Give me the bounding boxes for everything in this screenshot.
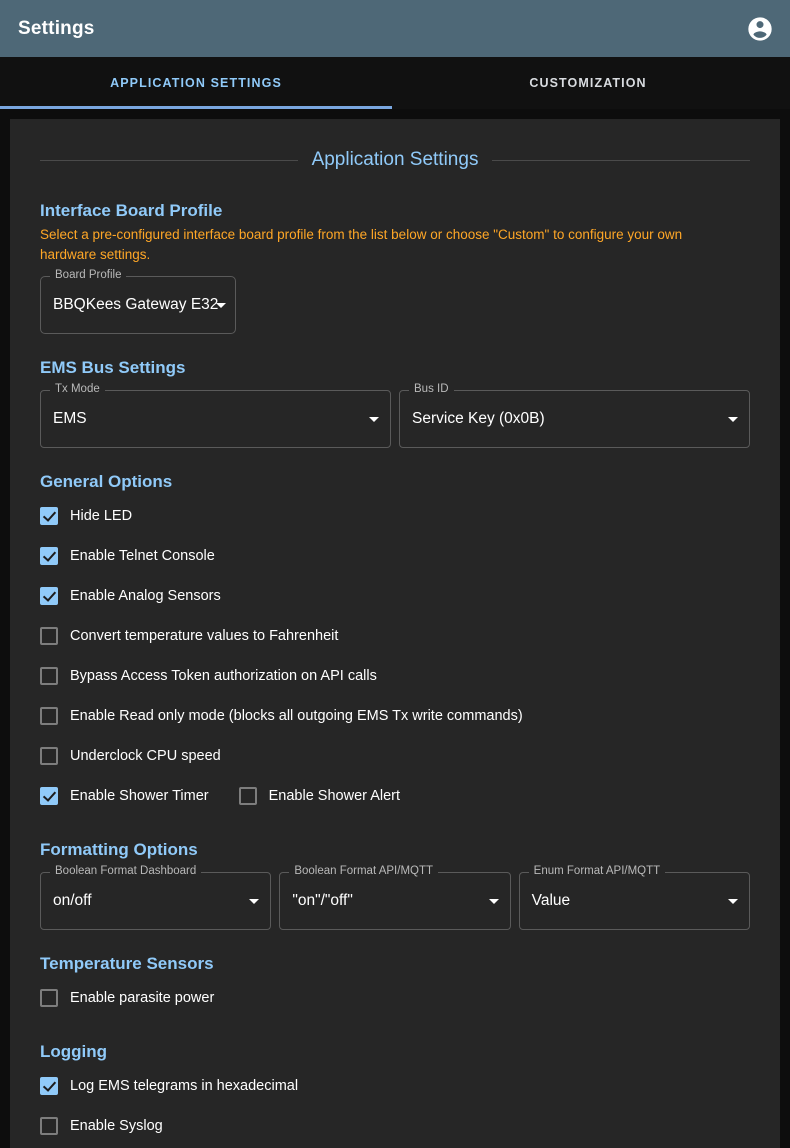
checkbox-label-enable-parasite-power: Enable parasite power bbox=[70, 990, 214, 1006]
checkbox-enable-shower-alert[interactable] bbox=[239, 787, 257, 805]
checkbox-row-underclock-cpu-speed: Underclock CPU speed bbox=[40, 736, 750, 776]
tab-application-settings-label: APPLICATION SETTINGS bbox=[110, 76, 282, 90]
checkbox-row-shower: Enable Shower Timer Enable Shower Alert bbox=[40, 776, 750, 816]
checkbox-bypass-access-token[interactable] bbox=[40, 667, 58, 685]
page-body: Application Settings Interface Board Pro… bbox=[0, 109, 790, 1148]
checkbox-enable-parasite-power[interactable] bbox=[40, 989, 58, 1007]
checkbox-label-enable-shower-timer: Enable Shower Timer bbox=[70, 788, 209, 804]
checkbox-row-enable-syslog: Enable Syslog bbox=[40, 1106, 750, 1146]
checkbox-label-log-ems-telegrams-hex: Log EMS telegrams in hexadecimal bbox=[70, 1078, 298, 1094]
card-title: Application Settings bbox=[312, 149, 479, 171]
checkbox-label-enable-read-only-mode: Enable Read only mode (blocks all outgoi… bbox=[70, 708, 523, 724]
section-heading-logging: Logging bbox=[40, 1042, 750, 1062]
boolean-format-dashboard-value: on/off bbox=[53, 872, 92, 930]
checkbox-enable-syslog[interactable] bbox=[40, 1117, 58, 1135]
tx-mode-value: EMS bbox=[53, 390, 87, 448]
checkbox-group-enable-shower-alert[interactable]: Enable Shower Alert bbox=[239, 787, 400, 805]
checkbox-label-underclock-cpu-speed: Underclock CPU speed bbox=[70, 748, 221, 764]
bus-id-select[interactable]: Bus ID Service Key (0x0B) bbox=[399, 390, 750, 448]
enum-format-api-mqtt-value: Value bbox=[532, 872, 571, 930]
checkbox-row-log-ems-telegrams-hex: Log EMS telegrams in hexadecimal bbox=[40, 1066, 750, 1106]
checkbox-enable-telnet-console[interactable] bbox=[40, 547, 58, 565]
checkbox-label-bypass-access-token: Bypass Access Token authorization on API… bbox=[70, 668, 377, 684]
checkbox-label-enable-analog-sensors: Enable Analog Sensors bbox=[70, 588, 221, 604]
tab-customization[interactable]: CUSTOMIZATION bbox=[392, 57, 784, 109]
section-heading-interface-board-profile: Interface Board Profile bbox=[40, 201, 750, 221]
tab-customization-label: CUSTOMIZATION bbox=[529, 76, 646, 90]
checkbox-row-hide-led: Hide LED bbox=[40, 496, 750, 536]
checkbox-row-enable-parasite-power: Enable parasite power bbox=[40, 978, 750, 1018]
boolean-format-dashboard-select[interactable]: Boolean Format Dashboard on/off bbox=[40, 872, 271, 930]
checkbox-row-enable-read-only-mode: Enable Read only mode (blocks all outgoi… bbox=[40, 696, 750, 736]
checkbox-group-enable-telnet-console[interactable]: Enable Telnet Console bbox=[40, 547, 215, 565]
chevron-down-icon bbox=[369, 417, 379, 422]
divider-left bbox=[40, 160, 298, 161]
checkbox-underclock-cpu-speed[interactable] bbox=[40, 747, 58, 765]
chevron-down-icon bbox=[489, 899, 499, 904]
checkbox-group-bypass-access-token[interactable]: Bypass Access Token authorization on API… bbox=[40, 667, 377, 685]
section-heading-ems-bus-settings: EMS Bus Settings bbox=[40, 358, 750, 378]
boolean-format-api-mqtt-value: "on"/"off" bbox=[292, 872, 353, 930]
checkbox-group-log-ems-telegrams-hex[interactable]: Log EMS telegrams in hexadecimal bbox=[40, 1077, 298, 1095]
checkbox-enable-analog-sensors[interactable] bbox=[40, 587, 58, 605]
card-title-row: Application Settings bbox=[40, 149, 750, 171]
checkbox-hide-led[interactable] bbox=[40, 507, 58, 525]
checkbox-enable-read-only-mode[interactable] bbox=[40, 707, 58, 725]
checkbox-group-enable-parasite-power[interactable]: Enable parasite power bbox=[40, 989, 214, 1007]
board-profile-value: BBQKees Gateway E32 bbox=[53, 276, 218, 334]
chevron-down-icon bbox=[216, 303, 226, 308]
checkbox-row-bypass-access-token: Bypass Access Token authorization on API… bbox=[40, 656, 750, 696]
tx-mode-outline bbox=[40, 390, 391, 448]
checkbox-row-enable-analog-sensors: Enable Analog Sensors bbox=[40, 576, 750, 616]
boolean-format-api-mqtt-select[interactable]: Boolean Format API/MQTT "on"/"off" bbox=[279, 872, 510, 930]
chevron-down-icon bbox=[249, 899, 259, 904]
checkbox-label-enable-telnet-console: Enable Telnet Console bbox=[70, 548, 215, 564]
checkbox-group-hide-led[interactable]: Hide LED bbox=[40, 507, 132, 525]
chevron-down-icon bbox=[728, 899, 738, 904]
checkbox-group-enable-shower-timer[interactable]: Enable Shower Timer bbox=[40, 787, 209, 805]
divider-right bbox=[492, 160, 750, 161]
checkbox-label-hide-led: Hide LED bbox=[70, 508, 132, 524]
settings-card: Application Settings Interface Board Pro… bbox=[10, 119, 780, 1148]
enum-format-api-mqtt-select[interactable]: Enum Format API/MQTT Value bbox=[519, 872, 750, 930]
page-title: Settings bbox=[18, 18, 95, 40]
tx-mode-select[interactable]: Tx Mode EMS bbox=[40, 390, 391, 448]
checkbox-enable-shower-timer[interactable] bbox=[40, 787, 58, 805]
board-profile-select[interactable]: Board Profile BBQKees Gateway E32 bbox=[40, 276, 236, 334]
formatting-select-row: Boolean Format Dashboard on/off Boolean … bbox=[40, 864, 750, 930]
checkbox-group-enable-syslog[interactable]: Enable Syslog bbox=[40, 1117, 163, 1135]
account-circle-icon[interactable] bbox=[746, 15, 774, 43]
bus-id-value: Service Key (0x0B) bbox=[412, 390, 545, 448]
checkbox-convert-temperature-fahrenheit[interactable] bbox=[40, 627, 58, 645]
checkbox-row-convert-temperature-fahrenheit: Convert temperature values to Fahrenheit bbox=[40, 616, 750, 656]
chevron-down-icon bbox=[728, 417, 738, 422]
checkbox-group-convert-temperature-fahrenheit[interactable]: Convert temperature values to Fahrenheit bbox=[40, 627, 338, 645]
app-bar: Settings bbox=[0, 0, 790, 57]
checkbox-label-enable-shower-alert: Enable Shower Alert bbox=[269, 788, 400, 804]
checkbox-row-enable-telnet-console: Enable Telnet Console bbox=[40, 536, 750, 576]
tab-application-settings[interactable]: APPLICATION SETTINGS bbox=[0, 57, 392, 109]
section-heading-general-options: General Options bbox=[40, 472, 750, 492]
checkbox-group-enable-read-only-mode[interactable]: Enable Read only mode (blocks all outgoi… bbox=[40, 707, 523, 725]
checkbox-label-convert-temperature-fahrenheit: Convert temperature values to Fahrenheit bbox=[70, 628, 338, 644]
section-heading-temperature-sensors: Temperature Sensors bbox=[40, 954, 750, 974]
checkbox-group-enable-analog-sensors[interactable]: Enable Analog Sensors bbox=[40, 587, 221, 605]
tab-bar: APPLICATION SETTINGS CUSTOMIZATION bbox=[0, 57, 790, 109]
interface-board-profile-hint: Select a pre-configured interface board … bbox=[40, 225, 740, 264]
tab-active-indicator bbox=[0, 106, 392, 109]
checkbox-group-underclock-cpu-speed[interactable]: Underclock CPU speed bbox=[40, 747, 221, 765]
checkbox-label-enable-syslog: Enable Syslog bbox=[70, 1118, 163, 1134]
ems-bus-select-row: Tx Mode EMS Bus ID Service Key (0x0B) bbox=[40, 382, 750, 448]
section-heading-formatting-options: Formatting Options bbox=[40, 840, 750, 860]
checkbox-log-ems-telegrams-hex[interactable] bbox=[40, 1077, 58, 1095]
